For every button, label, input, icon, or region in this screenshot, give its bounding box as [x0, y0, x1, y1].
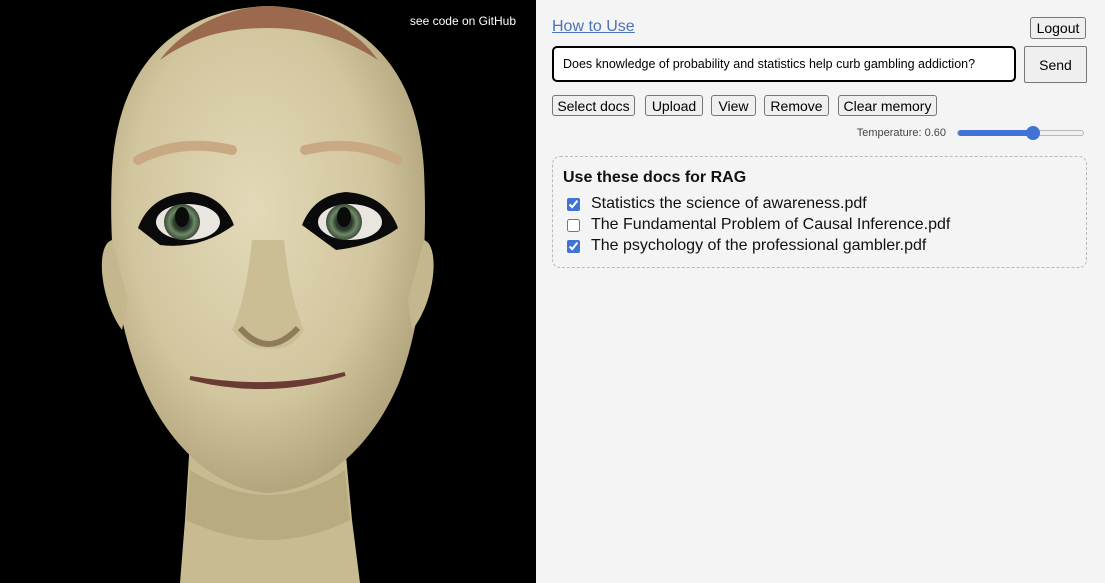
rag-docs-panel: Use these docs for RAG Statistics the sc… — [552, 156, 1087, 268]
rag-doc-label: Statistics the science of awareness.pdf — [591, 195, 867, 212]
rag-doc-item[interactable]: Statistics the science of awareness.pdf — [567, 195, 867, 213]
avatar-face-icon — [101, 6, 434, 583]
rag-panel-title: Use these docs for RAG — [563, 169, 747, 186]
rag-doc-item[interactable]: The Fundamental Problem of Causal Infere… — [567, 216, 950, 234]
send-button[interactable]: Send — [1024, 46, 1087, 83]
app-root: see code on GitHub How to Use Logout Sen… — [0, 0, 1105, 583]
rag-doc-checkbox[interactable] — [567, 218, 580, 232]
remove-button[interactable]: Remove — [764, 95, 829, 116]
logout-button[interactable]: Logout — [1030, 17, 1086, 39]
how-to-use-link[interactable]: How to Use — [552, 18, 635, 36]
temperature-label: Temperature: 0.60 — [856, 127, 946, 139]
select-docs-button[interactable]: Select docs — [552, 95, 635, 116]
rag-doc-checkbox[interactable] — [567, 239, 580, 253]
control-panel: How to Use Logout Send Select docs Uploa… — [536, 0, 1105, 583]
view-button[interactable]: View — [711, 95, 756, 116]
question-input[interactable] — [552, 46, 1016, 82]
temperature-slider-fill — [958, 130, 1033, 136]
clear-memory-button[interactable]: Clear memory — [838, 95, 937, 116]
rag-doc-label: The Fundamental Problem of Causal Infere… — [591, 216, 951, 233]
avatar-viewport: see code on GitHub — [0, 0, 536, 583]
rag-doc-checkbox[interactable] — [567, 197, 580, 211]
rag-doc-item[interactable]: The psychology of the professional gambl… — [567, 237, 926, 255]
github-link[interactable]: see code on GitHub — [410, 14, 516, 28]
temperature-slider-thumb[interactable] — [1026, 126, 1040, 140]
temperature-slider[interactable] — [957, 126, 1084, 140]
rag-doc-label: The psychology of the professional gambl… — [591, 237, 927, 254]
upload-button[interactable]: Upload — [645, 95, 703, 116]
